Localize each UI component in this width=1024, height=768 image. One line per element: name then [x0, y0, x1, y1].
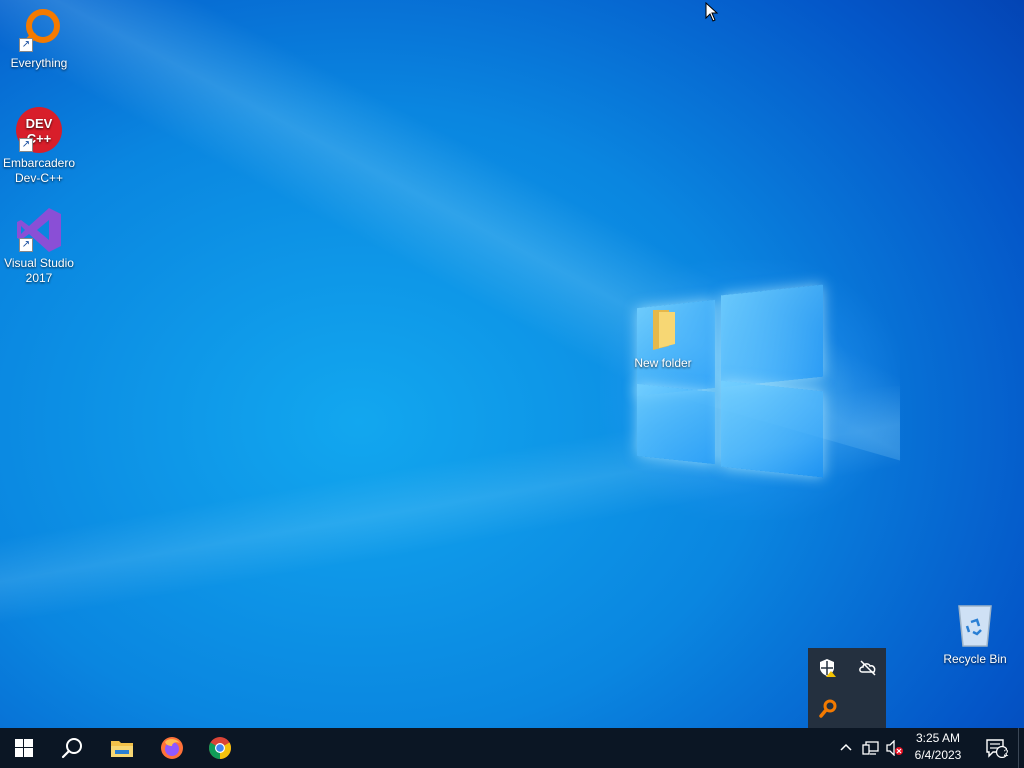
shortcut-arrow-icon: ↗	[19, 138, 33, 152]
desktop-icon-recycle-bin[interactable]: Recycle Bin	[937, 602, 1013, 667]
start-button[interactable]	[0, 728, 48, 768]
tray-overflow-popup	[808, 648, 886, 728]
chrome-icon	[209, 737, 231, 759]
devcpp-icon: DEV C++ ↗	[15, 106, 63, 154]
firefox-icon	[161, 737, 183, 759]
shortcut-arrow-icon: ↗	[19, 238, 33, 252]
network-icon[interactable]	[862, 740, 880, 756]
show-desktop-button[interactable]	[1018, 728, 1024, 768]
taskbar-chrome[interactable]	[196, 728, 244, 768]
taskbar-firefox[interactable]	[148, 728, 196, 768]
clock-time: 3:25 AM	[915, 731, 961, 745]
desktop-icon-label: Embarcadero Dev-C++	[2, 156, 76, 185]
file-explorer-icon	[111, 741, 133, 757]
clock-date: 6/4/2023	[914, 748, 962, 762]
everything-tray-icon[interactable]	[818, 698, 838, 718]
svg-text:DEV: DEV	[26, 116, 53, 131]
mouse-cursor-icon	[705, 2, 719, 22]
everything-icon: ↗	[15, 6, 63, 54]
visual-studio-icon: ↗	[15, 206, 63, 254]
desktop-icon-everything[interactable]: ↗ Everything	[1, 6, 77, 71]
shortcut-arrow-icon: ↗	[19, 38, 33, 52]
show-hidden-icons-chevron-icon[interactable]	[838, 740, 854, 756]
windows-security-icon[interactable]	[818, 658, 838, 678]
taskbar-clock[interactable]: 3:25 AM 6/4/2023	[908, 730, 968, 766]
action-center-button[interactable]: 2	[976, 728, 1016, 768]
folder-icon	[639, 306, 687, 354]
desktop-icon-visual-studio[interactable]: ↗ Visual Studio 2017	[1, 206, 77, 286]
desktop-icon-new-folder[interactable]: New folder	[625, 306, 701, 371]
desktop-icon-devcpp[interactable]: DEV C++ ↗ Embarcadero Dev-C++	[1, 106, 77, 186]
search-icon	[61, 738, 82, 759]
onedrive-offline-icon[interactable]	[858, 658, 878, 678]
taskbar: 3:25 AM 6/4/2023 2	[0, 728, 1024, 768]
recycle-bin-icon	[951, 602, 999, 650]
taskbar-file-explorer[interactable]	[98, 728, 146, 768]
desktop-icon-label: New folder	[634, 356, 692, 370]
volume-muted-icon[interactable]	[886, 739, 904, 757]
windows-start-icon	[15, 739, 33, 757]
search-button[interactable]	[48, 728, 96, 768]
desktop-icon-label: Visual Studio 2017	[4, 256, 74, 285]
desktop-icon-label: Everything	[10, 56, 68, 70]
desktop-icon-label: Recycle Bin	[943, 652, 1007, 666]
notification-count-badge: 2	[1003, 748, 1009, 758]
